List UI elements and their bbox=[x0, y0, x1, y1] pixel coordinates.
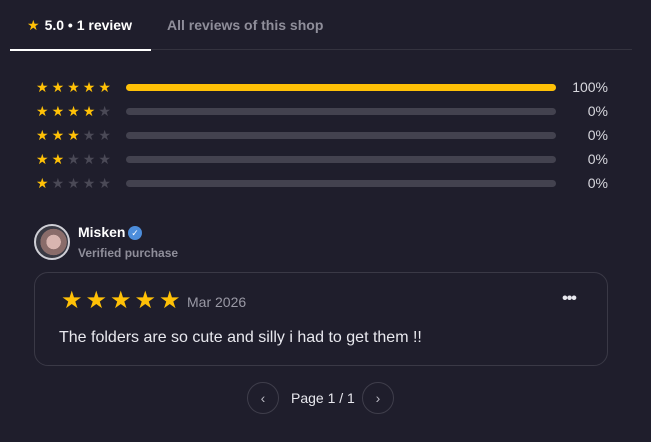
star-icon: ★ bbox=[36, 127, 49, 143]
star-icon: ★ bbox=[67, 151, 80, 167]
tab-all-reviews-label: All reviews of this shop bbox=[167, 17, 324, 33]
rating-percent-4: 0% bbox=[587, 103, 608, 119]
star-icon: ★ bbox=[98, 127, 111, 143]
rating-percent-3: 0% bbox=[587, 127, 608, 143]
rating-bar-4 bbox=[126, 107, 556, 115]
review-text: The folders are so cute and silly i had … bbox=[59, 329, 422, 346]
star-rating-2: ★ ★ ★ ★ ★ bbox=[36, 152, 114, 166]
rating-bar-5 bbox=[126, 83, 556, 91]
star-icon: ★ bbox=[27, 16, 40, 33]
star-icon: ★ bbox=[82, 127, 96, 143]
avatar[interactable] bbox=[34, 224, 70, 260]
rating-row-2: ★ ★ ★ ★ ★ 0% bbox=[36, 151, 608, 167]
chevron-right-icon: › bbox=[375, 390, 381, 406]
star-icon: ★ bbox=[51, 79, 65, 95]
star-rating-4: ★ ★ ★ ★ ★ bbox=[36, 104, 114, 118]
star-icon: ★ bbox=[85, 287, 108, 314]
rating-bar-3 bbox=[126, 131, 556, 139]
rating-bar-2 bbox=[126, 155, 556, 163]
star-icon: ★ bbox=[82, 103, 96, 119]
tab-shop-rating[interactable]: ★ 5.0 • 1 review bbox=[10, 0, 151, 51]
star-icon: ★ bbox=[51, 103, 65, 119]
more-options-button[interactable]: ••• bbox=[557, 290, 581, 310]
reviewer-name: Misken bbox=[78, 224, 126, 240]
star-icon: ★ bbox=[36, 79, 49, 95]
rating-row-5: ★ ★ ★ ★ ★ 100% bbox=[36, 79, 608, 95]
pagination: ‹ Page 1 / 1 › bbox=[0, 382, 651, 414]
rating-row-3: ★ ★ ★ ★ ★ 0% bbox=[36, 127, 608, 143]
verified-purchase-label: Verified purchase bbox=[78, 246, 179, 260]
star-rating-3: ★ ★ ★ ★ ★ bbox=[36, 128, 114, 142]
chevron-left-icon: ‹ bbox=[260, 390, 266, 406]
rating-bar-1 bbox=[126, 179, 556, 187]
star-icon: ★ bbox=[51, 151, 65, 167]
reviewer-header: Misken ✓ Verified purchase bbox=[34, 224, 334, 264]
star-icon: ★ bbox=[36, 175, 49, 191]
star-icon: ★ bbox=[110, 287, 132, 314]
star-icon: ★ bbox=[98, 151, 111, 167]
tab-shop-rating-label: 5.0 • 1 review bbox=[44, 17, 132, 33]
star-icon: ★ bbox=[67, 175, 80, 191]
star-icon: ★ bbox=[98, 103, 111, 119]
review-tabs: ★ 5.0 • 1 review All reviews of this sho… bbox=[10, 0, 632, 51]
rating-row-1: ★ ★ ★ ★ ★ 0% bbox=[36, 175, 608, 191]
review-card: ★ ★ ★ ★ ★ Mar 2026 ••• The folders are so cu… bbox=[34, 272, 608, 366]
next-page-button[interactable]: › bbox=[362, 382, 394, 414]
star-icon: ★ bbox=[82, 79, 96, 95]
verified-check-icon: ✓ bbox=[128, 226, 142, 240]
rating-bar-fill bbox=[126, 83, 556, 91]
star-icon: ★ bbox=[82, 175, 96, 191]
previous-page-button[interactable]: ‹ bbox=[247, 382, 279, 414]
star-icon: ★ bbox=[67, 127, 80, 143]
star-icon: ★ bbox=[67, 79, 80, 95]
rating-percent-5: 100% bbox=[572, 79, 608, 95]
star-icon: ★ bbox=[159, 287, 181, 314]
page-indicator: Page 1 / 1 bbox=[291, 390, 355, 406]
rating-percent-1: 0% bbox=[587, 175, 608, 191]
review-star-rating: ★ ★ ★ ★ ★ bbox=[61, 288, 184, 314]
star-rating-5: ★ ★ ★ ★ ★ bbox=[36, 80, 114, 94]
star-icon: ★ bbox=[82, 151, 96, 167]
star-icon: ★ bbox=[36, 103, 49, 119]
tab-all-reviews[interactable]: All reviews of this shop bbox=[167, 0, 323, 50]
rating-percent-2: 0% bbox=[587, 151, 608, 167]
star-icon: ★ bbox=[134, 287, 157, 314]
rating-row-4: ★ ★ ★ ★ ★ 0% bbox=[36, 103, 608, 119]
star-icon: ★ bbox=[67, 103, 80, 119]
review-date: Mar 2026 bbox=[187, 294, 247, 310]
star-icon: ★ bbox=[98, 79, 111, 95]
star-icon: ★ bbox=[61, 287, 83, 314]
star-icon: ★ bbox=[51, 175, 65, 191]
star-rating-1: ★ ★ ★ ★ ★ bbox=[36, 176, 114, 190]
star-icon: ★ bbox=[98, 175, 111, 191]
more-dots-icon: ••• bbox=[562, 290, 577, 307]
star-icon: ★ bbox=[51, 127, 65, 143]
star-icon: ★ bbox=[36, 151, 49, 167]
